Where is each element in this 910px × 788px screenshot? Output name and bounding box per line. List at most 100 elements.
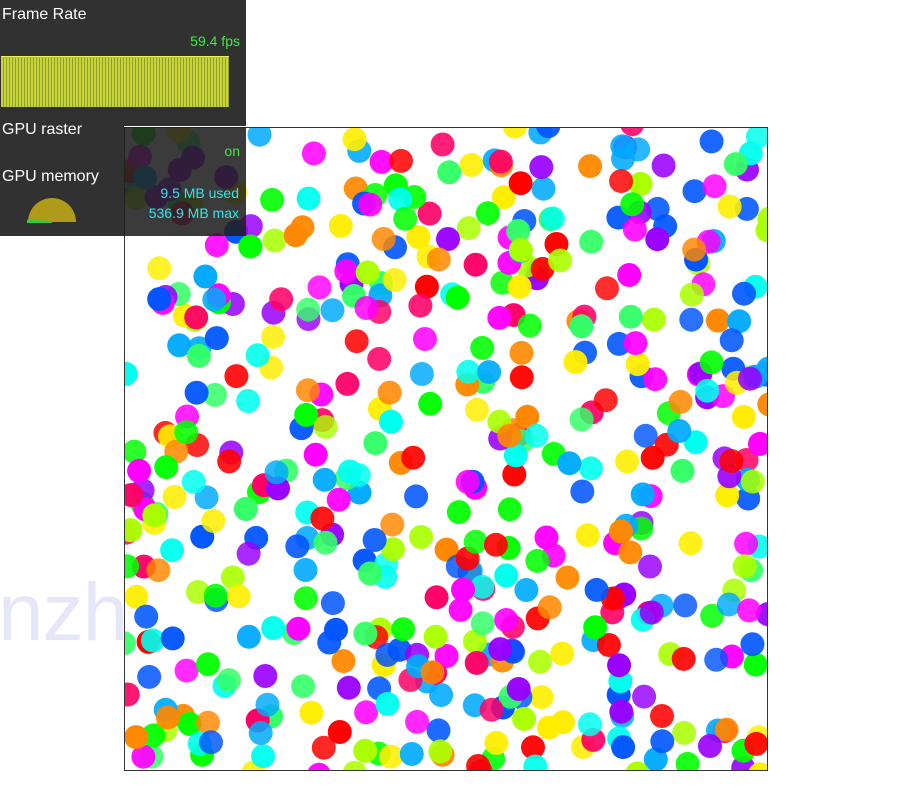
- dot: [550, 641, 575, 666]
- dot: [639, 600, 664, 625]
- dot: [563, 350, 588, 375]
- dot: [702, 174, 727, 199]
- dot: [147, 256, 172, 281]
- dot: [483, 532, 508, 557]
- dot: [437, 160, 462, 185]
- dot: [283, 223, 308, 248]
- dot: [160, 538, 185, 563]
- dot: [704, 647, 729, 672]
- dot: [382, 267, 407, 292]
- dot: [238, 234, 263, 259]
- dot: [404, 484, 429, 509]
- dot: [413, 327, 437, 351]
- dot: [517, 313, 542, 338]
- dot: [196, 652, 220, 677]
- dot: [464, 650, 489, 675]
- dot: [579, 229, 604, 254]
- frame-rate-graph: [1, 56, 229, 107]
- dot: [147, 287, 172, 312]
- dot: [622, 217, 647, 242]
- dot: [524, 423, 549, 448]
- dot: [134, 604, 159, 629]
- dot: [611, 735, 636, 760]
- dot: [307, 275, 332, 300]
- demo-page: nzhixiang Frame Rate 59.4 fps GPU raster…: [0, 0, 910, 788]
- dot: [269, 287, 294, 312]
- dot: [732, 281, 756, 306]
- dot: [475, 201, 500, 226]
- dot: [224, 364, 249, 389]
- dot: [358, 561, 383, 586]
- dot: [344, 329, 369, 354]
- dot: [245, 343, 270, 368]
- dot: [125, 631, 136, 656]
- dot: [201, 508, 226, 533]
- dot: [451, 577, 475, 602]
- dot: [448, 597, 473, 622]
- dot: [326, 487, 351, 512]
- dot: [193, 264, 218, 289]
- gpu-raster-status: on: [224, 143, 240, 159]
- dot: [488, 149, 513, 174]
- dot: [296, 186, 321, 211]
- dot: [723, 152, 748, 177]
- dot: [174, 420, 199, 445]
- dot: [584, 577, 609, 602]
- dot: [633, 423, 658, 448]
- dot: [233, 497, 258, 521]
- dot: [679, 282, 704, 307]
- dot: [548, 248, 573, 273]
- dot: [184, 380, 209, 405]
- dot: [682, 179, 707, 204]
- dot: [557, 451, 582, 476]
- dot: [583, 615, 608, 640]
- dot: [508, 238, 533, 263]
- dot: [678, 531, 703, 556]
- dot: [618, 540, 643, 565]
- dot: [334, 259, 359, 284]
- dot: [313, 530, 338, 555]
- dot: [408, 293, 433, 318]
- dot: [507, 274, 532, 299]
- dot: [162, 485, 187, 509]
- dot: [607, 653, 632, 678]
- dot: [470, 335, 495, 360]
- dot: [615, 449, 640, 474]
- dot: [650, 729, 675, 754]
- dot: [428, 739, 453, 764]
- dot: [216, 668, 241, 693]
- dot: [484, 730, 509, 755]
- dot: [204, 326, 229, 351]
- dot: [184, 305, 209, 330]
- dot: [355, 260, 380, 285]
- dot: [734, 531, 759, 556]
- dot: [465, 397, 489, 422]
- dot: [446, 500, 471, 525]
- dot: [217, 449, 242, 474]
- dot: [456, 216, 481, 241]
- dot: [286, 616, 311, 641]
- dot: [459, 152, 484, 177]
- dot: [506, 677, 531, 701]
- dot: [253, 664, 278, 688]
- dot: [154, 455, 179, 480]
- dot: [699, 350, 724, 375]
- dot: [617, 263, 642, 287]
- dot: [670, 458, 695, 483]
- dot: [285, 534, 310, 559]
- dot: [324, 617, 348, 642]
- dot: [595, 276, 619, 301]
- dot: [719, 449, 744, 473]
- dot: [698, 734, 722, 758]
- dot: [650, 704, 674, 728]
- dot: [719, 328, 744, 353]
- dot: [551, 710, 575, 735]
- dot: [375, 642, 400, 667]
- dot: [705, 308, 730, 333]
- dot: [716, 592, 741, 617]
- dot: [494, 563, 519, 588]
- dot: [251, 744, 276, 769]
- dot: [255, 692, 280, 717]
- dot: [426, 247, 451, 272]
- dot: [391, 617, 416, 642]
